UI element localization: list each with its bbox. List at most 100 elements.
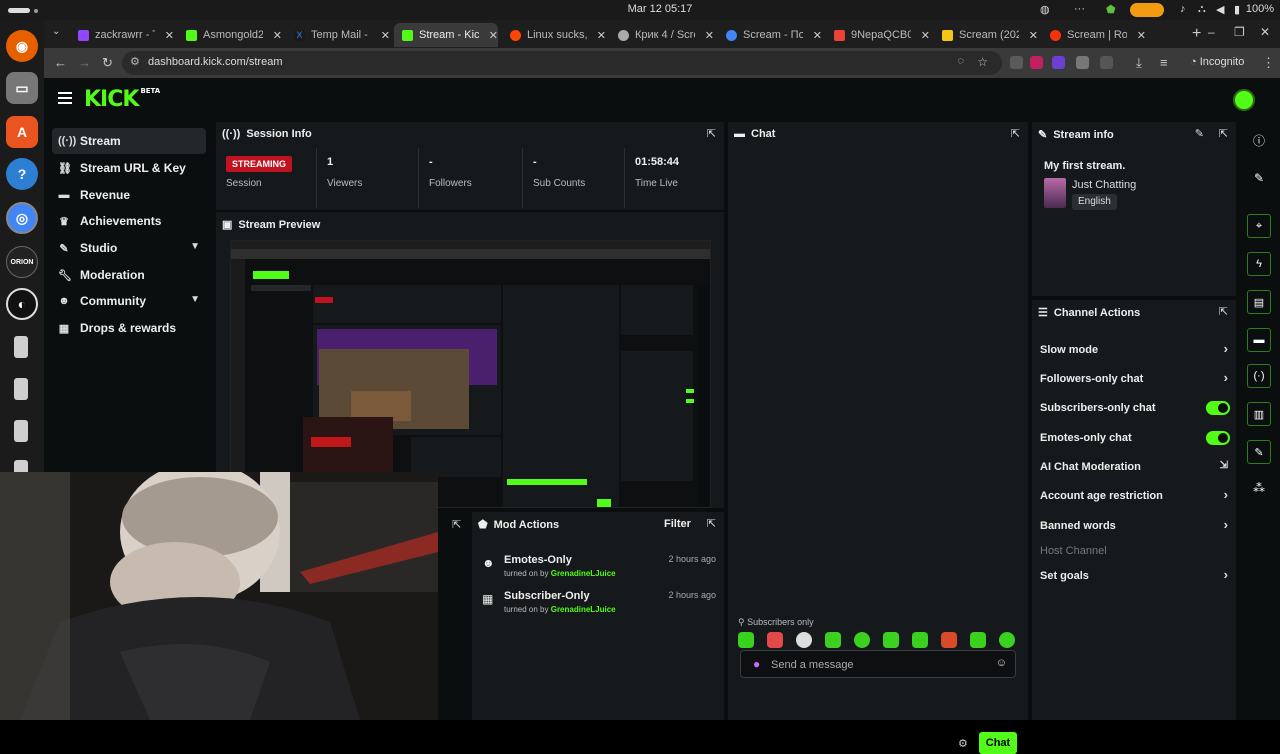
layout-icon[interactable]: ▥ [1247, 402, 1271, 426]
slow-mode-row[interactable]: Slow mode › [1040, 340, 1230, 360]
activities-indicator[interactable] [8, 8, 30, 13]
mod-username-link[interactable]: GrenadineLJuice [551, 569, 616, 578]
network-icon[interactable]: ⛬ [1198, 3, 1206, 16]
kick-logo[interactable]: KICK BETA [84, 87, 160, 112]
browser-tab[interactable]: Крик 4 / Scre ✕ [610, 23, 714, 47]
chat-message-input[interactable] [771, 655, 991, 675]
popout-icon[interactable]: ⇱ [707, 127, 716, 140]
banned-words-row[interactable]: Banned words › [1040, 516, 1230, 536]
browser-tab-active[interactable]: Stream - Kick ✕ [394, 23, 498, 47]
usb-drive-icon[interactable] [14, 336, 28, 358]
close-tab-icon[interactable]: ✕ [273, 29, 282, 42]
close-tab-icon[interactable]: ✕ [1137, 29, 1146, 42]
eye-off-icon[interactable]: ◌ [957, 55, 964, 67]
browser-tab[interactable]: Asmongold2 ✕ [178, 23, 282, 47]
emote-icon[interactable] [912, 632, 928, 648]
ai-chat-moderation-row[interactable]: AI Chat Moderation ⇲ [1040, 457, 1230, 477]
battery-icon[interactable]: ▮ [1234, 3, 1240, 16]
popout-icon[interactable]: ⇱ [452, 518, 461, 531]
screen-recording-indicator[interactable] [1130, 3, 1164, 17]
forward-icon[interactable]: → [78, 55, 91, 70]
browser-menu-icon[interactable]: ⋮ [1262, 55, 1275, 71]
set-goals-row[interactable]: Set goals › [1040, 566, 1230, 586]
sidebar-item-stream-url-key[interactable]: ⛓ Stream URL & Key [52, 155, 206, 181]
popout-icon[interactable]: ⇱ [1011, 127, 1020, 140]
close-tab-icon[interactable]: ✕ [705, 29, 714, 42]
stream-preview-video[interactable] [230, 240, 711, 508]
browser-tab[interactable]: 9NepaQCB0j ✕ [826, 23, 930, 47]
address-bar[interactable]: ⚙ dashboard.kick.com/stream ◌ ☆ [122, 51, 1002, 75]
chat-settings-gear-icon[interactable]: ⚙ [958, 737, 968, 750]
browser-tab[interactable]: Scream (2023✕ [934, 23, 1038, 47]
popout-icon[interactable]: ⇱ [1219, 127, 1228, 140]
microphone-icon[interactable]: ● [753, 657, 760, 671]
extension-icon[interactable] [1030, 56, 1043, 69]
usb-drive-icon[interactable] [14, 420, 28, 442]
os-clock[interactable]: Mar 12 05:17 [600, 3, 720, 15]
close-tab-icon[interactable]: ✕ [921, 29, 930, 42]
usb-drive-icon[interactable] [14, 378, 28, 400]
chevron-down-icon[interactable]: ▼ [190, 294, 200, 305]
broadcast-icon[interactable]: (·) [1247, 364, 1271, 388]
emote-icon[interactable] [970, 632, 986, 648]
edit-pencil-icon[interactable]: ✎ [1195, 127, 1204, 140]
sidebar-item-revenue[interactable]: ▬ Revenue [52, 182, 206, 208]
browser-tab[interactable]: Linux sucks, a✕ [502, 23, 606, 47]
emote-icon[interactable] [825, 632, 841, 648]
account-age-restriction-row[interactable]: Account age restriction › [1040, 486, 1230, 506]
shield-tray-icon[interactable]: ⬟ [1106, 3, 1116, 16]
help-icon[interactable]: ? [6, 158, 38, 190]
popout-icon[interactable]: ⇱ [707, 517, 716, 530]
sidebar-item-studio[interactable]: ✎ Studio ▼ [52, 235, 206, 261]
chrome-icon[interactable]: ◎ [6, 202, 38, 234]
chat-send-button[interactable]: Chat [979, 732, 1017, 754]
firefox-icon[interactable]: ◉ [6, 30, 38, 62]
emote-icon[interactable] [999, 632, 1015, 648]
lightning-icon[interactable]: ϟ [1247, 252, 1271, 276]
minimize-icon[interactable]: – [1208, 25, 1215, 39]
close-tab-icon[interactable]: ✕ [597, 29, 606, 42]
close-tab-icon[interactable]: ✕ [489, 29, 498, 42]
url-text[interactable]: dashboard.kick.com/stream [148, 56, 283, 68]
chat-bubble-icon[interactable]: ▬ [1247, 328, 1271, 352]
focus-icon[interactable]: ⌖ [1247, 214, 1271, 238]
reload-icon[interactable]: ↻ [102, 55, 113, 71]
new-tab-button[interactable]: + [1192, 25, 1201, 43]
orion-icon[interactable]: ORION [6, 246, 38, 278]
download-icon[interactable]: ⤓ [1136, 55, 1142, 71]
sidebar-item-drops-rewards[interactable]: ▦ Drops & rewards [52, 315, 206, 341]
reading-list-icon[interactable]: ≡ [1160, 55, 1168, 70]
more-tray-icon[interactable]: ··· [1074, 3, 1085, 15]
sidebar-item-community[interactable]: ☻ Community ▼ [52, 288, 206, 314]
orion-tray-icon[interactable]: ◍ [1040, 3, 1050, 16]
subscribers-only-toggle[interactable] [1206, 401, 1230, 415]
edit-pencil-icon[interactable]: ✎ [1247, 166, 1271, 190]
chat-message-box[interactable]: ● ☺ [740, 650, 1016, 678]
sidebar-item-achievements[interactable]: ♛ Achievements [52, 208, 206, 234]
filter-button[interactable]: Filter [664, 518, 691, 530]
followers-only-row[interactable]: Followers-only chat › [1040, 369, 1230, 389]
wrench-icon[interactable]: ✎ [1247, 440, 1271, 464]
volume-icon[interactable]: ◀ [1216, 3, 1224, 16]
emote-icon[interactable] [738, 632, 754, 648]
close-tab-icon[interactable]: ✕ [381, 29, 390, 42]
mic-tray-icon[interactable]: ♪ [1180, 3, 1186, 15]
user-avatar[interactable] [1233, 89, 1255, 111]
close-tab-icon[interactable]: ✕ [813, 29, 822, 42]
extension-icon[interactable] [1076, 56, 1089, 69]
emote-icon[interactable] [854, 632, 870, 648]
emote-icon[interactable] [941, 632, 957, 648]
close-tab-icon[interactable]: ✕ [1029, 29, 1038, 42]
browser-tab[interactable]: zackrawrr - Tw✕ [70, 23, 174, 47]
browser-tab[interactable]: Scream - Пои✕ [718, 23, 822, 47]
document-icon[interactable]: ▤ [1247, 290, 1271, 314]
popout-icon[interactable]: ⇱ [1219, 305, 1228, 318]
software-center-icon[interactable]: A [6, 116, 38, 148]
extension-lv-icon[interactable] [1010, 56, 1023, 69]
browser-tab[interactable]: XTemp Mail - D✕ [286, 23, 390, 47]
browser-tab[interactable]: Scream | Rott✕ [1042, 23, 1146, 47]
emote-icon[interactable] [767, 632, 783, 648]
sidebar-item-moderation[interactable]: 🔧︎ Moderation [52, 262, 206, 288]
apps-icon[interactable]: ⁂ [1247, 476, 1271, 500]
emote-icon[interactable] [796, 632, 812, 648]
